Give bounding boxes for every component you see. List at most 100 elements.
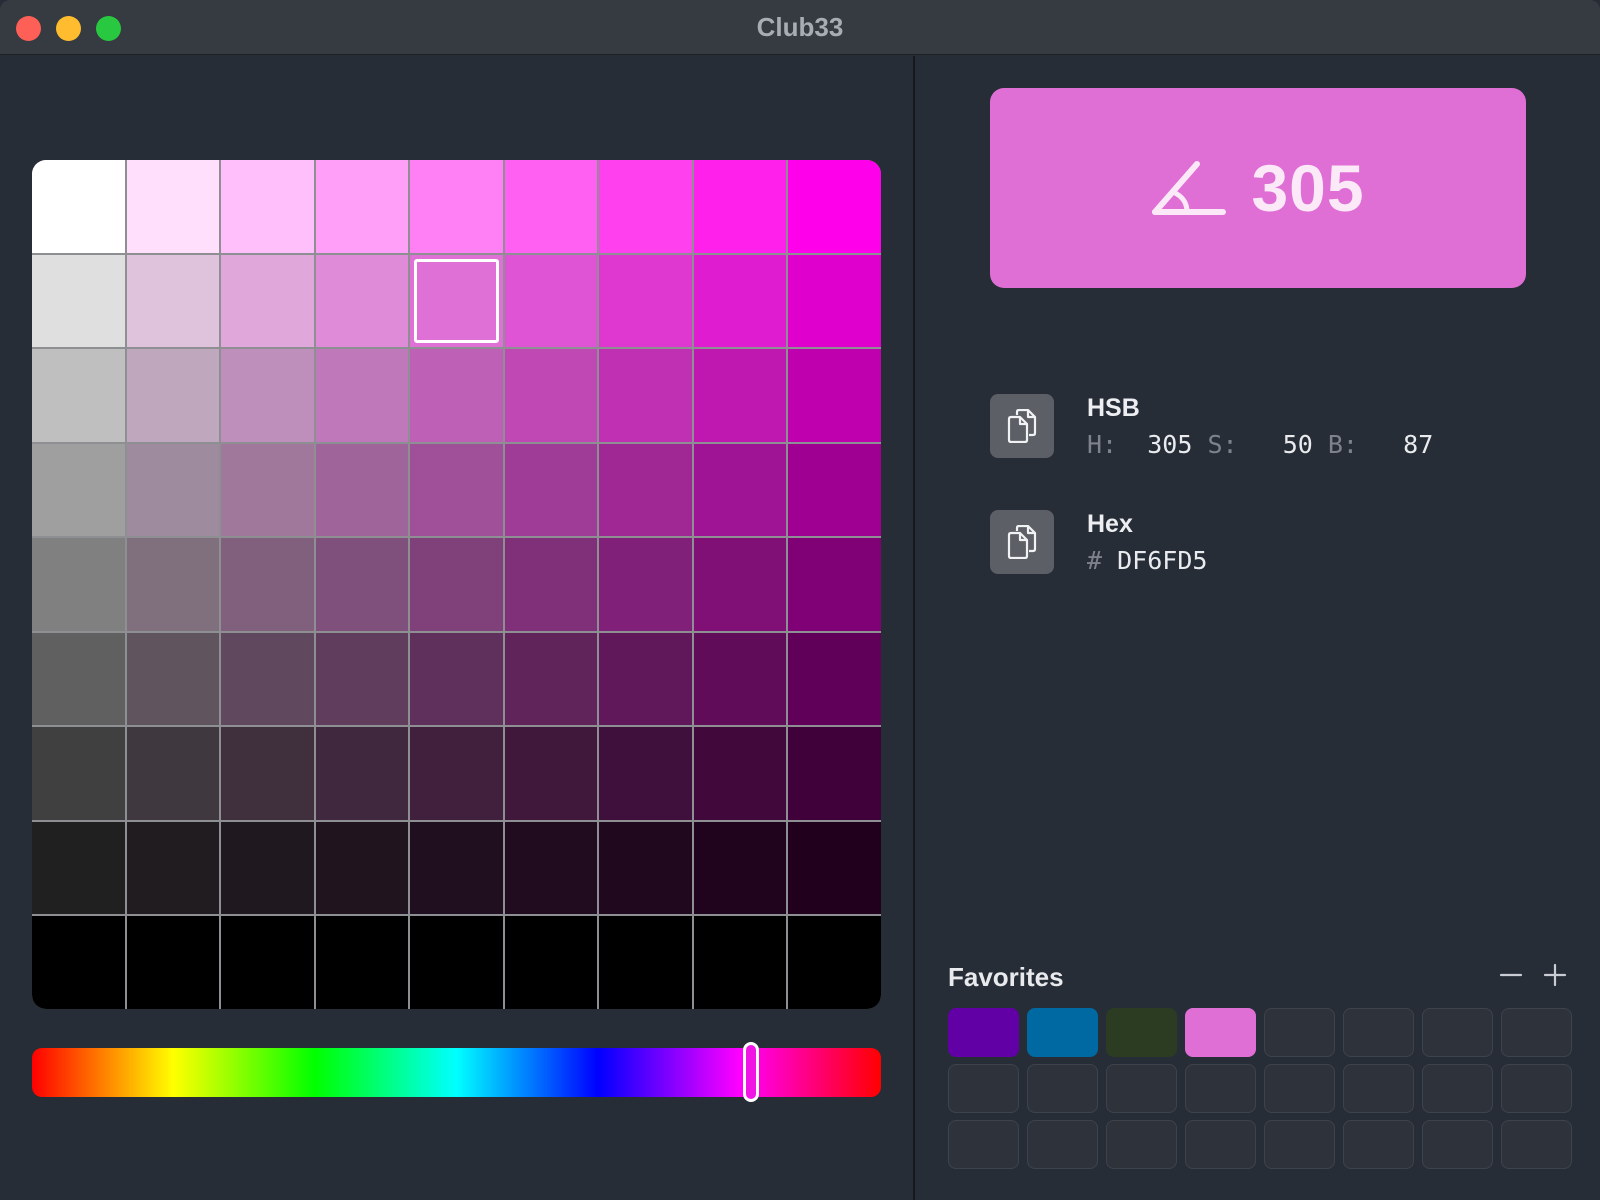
color-cell[interactable] [693, 821, 787, 915]
color-cell[interactable] [788, 821, 881, 915]
color-cell[interactable] [693, 349, 787, 442]
color-cell[interactable] [126, 443, 220, 537]
color-cell[interactable] [599, 632, 692, 726]
favorite-empty-slot[interactable] [1264, 1120, 1335, 1169]
add-favorite-button[interactable] [1540, 960, 1570, 990]
favorite-empty-slot[interactable] [948, 1120, 1019, 1169]
color-cell[interactable] [504, 254, 598, 348]
color-cell[interactable] [126, 632, 220, 726]
favorite-swatch[interactable] [948, 1008, 1019, 1057]
color-cell[interactable] [504, 349, 598, 442]
color-cell[interactable] [410, 727, 503, 820]
color-cell[interactable] [315, 254, 409, 348]
color-cell[interactable] [315, 821, 409, 915]
favorite-empty-slot[interactable] [1343, 1120, 1414, 1169]
color-cell[interactable] [504, 727, 598, 820]
favorite-empty-slot[interactable] [1264, 1008, 1335, 1057]
color-cell[interactable] [221, 254, 314, 348]
color-cell[interactable] [693, 254, 787, 348]
color-cell[interactable] [693, 160, 787, 253]
color-grid[interactable] [32, 160, 881, 1009]
favorite-empty-slot[interactable] [1343, 1064, 1414, 1113]
favorite-empty-slot[interactable] [1264, 1064, 1335, 1113]
color-cell[interactable] [504, 443, 598, 537]
color-cell[interactable] [32, 254, 125, 348]
favorite-swatch[interactable] [1106, 1008, 1177, 1057]
color-cell-selected[interactable] [410, 254, 503, 348]
color-cell[interactable] [599, 160, 692, 253]
color-cell[interactable] [126, 727, 220, 820]
color-cell[interactable] [221, 632, 314, 726]
favorite-empty-slot[interactable] [1027, 1064, 1098, 1113]
color-cell[interactable] [126, 160, 220, 253]
color-cell[interactable] [410, 916, 503, 1009]
hue-slider-thumb[interactable] [743, 1042, 760, 1102]
color-cell[interactable] [788, 538, 881, 631]
color-cell[interactable] [315, 727, 409, 820]
color-cell[interactable] [788, 160, 881, 253]
color-cell[interactable] [599, 443, 692, 537]
color-cell[interactable] [693, 632, 787, 726]
color-cell[interactable] [32, 916, 125, 1009]
color-cell[interactable] [315, 349, 409, 442]
color-cell[interactable] [315, 632, 409, 726]
color-cell[interactable] [410, 443, 503, 537]
color-cell[interactable] [504, 821, 598, 915]
color-cell[interactable] [788, 349, 881, 442]
copy-hsb-button[interactable] [990, 394, 1054, 458]
color-cell[interactable] [221, 349, 314, 442]
color-cell[interactable] [693, 727, 787, 820]
favorite-empty-slot[interactable] [1185, 1120, 1256, 1169]
color-cell[interactable] [32, 821, 125, 915]
color-cell[interactable] [32, 443, 125, 537]
color-cell[interactable] [315, 538, 409, 631]
color-cell[interactable] [599, 821, 692, 915]
color-cell[interactable] [221, 821, 314, 915]
color-cell[interactable] [32, 538, 125, 631]
color-cell[interactable] [410, 160, 503, 253]
favorite-empty-slot[interactable] [1501, 1008, 1572, 1057]
color-cell[interactable] [221, 160, 314, 253]
color-cell[interactable] [599, 254, 692, 348]
color-cell[interactable] [788, 254, 881, 348]
color-cell[interactable] [599, 349, 692, 442]
favorite-empty-slot[interactable] [1501, 1064, 1572, 1113]
color-cell[interactable] [599, 916, 692, 1009]
favorite-empty-slot[interactable] [1185, 1064, 1256, 1113]
color-cell[interactable] [126, 349, 220, 442]
color-cell[interactable] [788, 443, 881, 537]
remove-favorite-button[interactable] [1496, 960, 1526, 990]
color-cell[interactable] [693, 916, 787, 1009]
color-cell[interactable] [504, 160, 598, 253]
color-cell[interactable] [410, 821, 503, 915]
color-cell[interactable] [410, 349, 503, 442]
favorite-empty-slot[interactable] [948, 1064, 1019, 1113]
color-cell[interactable] [693, 443, 787, 537]
favorite-empty-slot[interactable] [1106, 1120, 1177, 1169]
favorite-empty-slot[interactable] [1027, 1120, 1098, 1169]
color-cell[interactable] [504, 632, 598, 726]
color-cell[interactable] [504, 538, 598, 631]
color-cell[interactable] [788, 916, 881, 1009]
favorite-empty-slot[interactable] [1343, 1008, 1414, 1057]
color-cell[interactable] [126, 821, 220, 915]
color-cell[interactable] [410, 632, 503, 726]
color-cell[interactable] [126, 254, 220, 348]
favorite-empty-slot[interactable] [1422, 1120, 1493, 1169]
color-cell[interactable] [315, 160, 409, 253]
favorite-empty-slot[interactable] [1422, 1064, 1493, 1113]
copy-hex-button[interactable] [990, 510, 1054, 574]
color-cell[interactable] [410, 538, 503, 631]
color-cell[interactable] [693, 538, 787, 631]
color-cell[interactable] [221, 727, 314, 820]
color-cell[interactable] [221, 916, 314, 1009]
color-cell[interactable] [32, 632, 125, 726]
color-cell[interactable] [315, 443, 409, 537]
color-cell[interactable] [599, 727, 692, 820]
color-cell[interactable] [126, 538, 220, 631]
color-cell[interactable] [788, 727, 881, 820]
color-cell[interactable] [788, 632, 881, 726]
favorite-swatch[interactable] [1027, 1008, 1098, 1057]
favorite-empty-slot[interactable] [1501, 1120, 1572, 1169]
color-cell[interactable] [221, 538, 314, 631]
